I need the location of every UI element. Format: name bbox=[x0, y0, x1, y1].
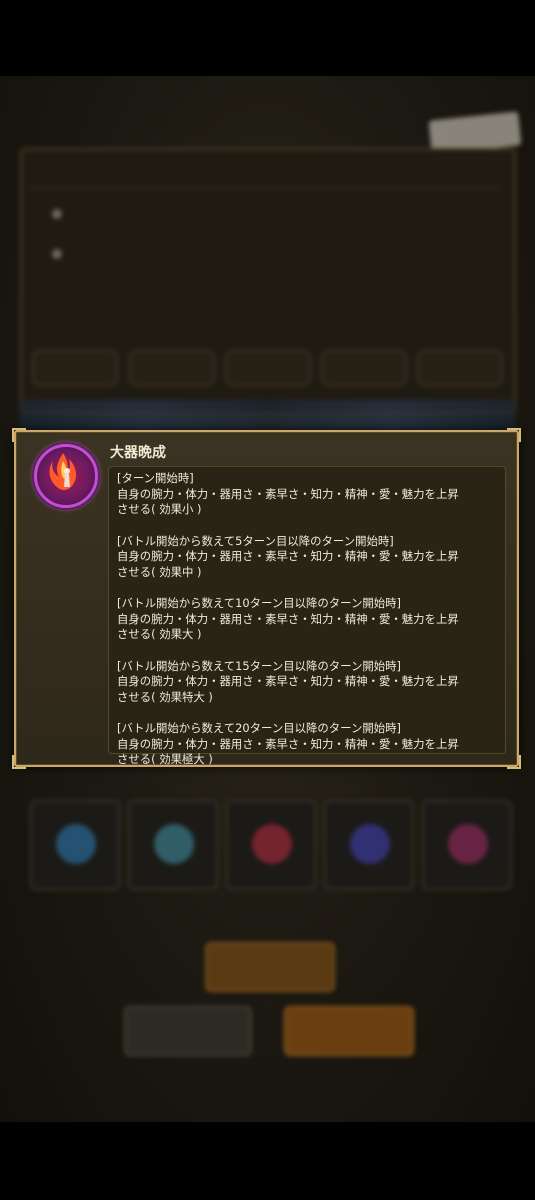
effect-text: させる( 効果大 ) bbox=[117, 627, 202, 641]
effect-entry: [バトル開始から数えて5ターン目以降のターン開始時] 自身の腕力・体力・器用さ・… bbox=[117, 534, 497, 581]
background-tab bbox=[417, 350, 503, 386]
effect-condition: [バトル開始から数えて10ターン目以降のターン開始時] bbox=[117, 596, 401, 610]
background-panel-header bbox=[30, 158, 502, 189]
background-reward-card bbox=[30, 800, 120, 890]
background-reward-card bbox=[128, 800, 218, 890]
effect-text: 自身の腕力・体力・器用さ・素早さ・知力・精神・愛・魅力を上昇 bbox=[117, 674, 459, 688]
background-tab bbox=[321, 350, 407, 386]
effect-text: させる( 効果極大 ) bbox=[117, 752, 213, 766]
effect-condition: [バトル開始から数えて5ターン目以降のターン開始時] bbox=[117, 533, 394, 548]
background-tab bbox=[129, 350, 215, 386]
corner-ornament bbox=[507, 755, 521, 769]
background-skill-row bbox=[52, 204, 172, 224]
effect-condition: [バトル開始から数えて20ターン目以降のターン開始時] bbox=[117, 721, 401, 735]
corner-ornament bbox=[12, 428, 26, 442]
skill-name: 大器晩成 bbox=[110, 445, 166, 461]
effect-entry: [バトル開始から数えて15ターン目以降のターン開始時] 自身の腕力・体力・器用さ… bbox=[117, 659, 497, 706]
effect-text: させる( 効果中 ) bbox=[117, 564, 202, 579]
effect-condition: [ターン開始時] bbox=[117, 471, 194, 485]
effect-text: 自身の腕力・体力・器用さ・素早さ・知力・精神・愛・魅力を上昇 bbox=[117, 486, 459, 501]
flame-figure-icon bbox=[34, 444, 98, 508]
skill-description: [ターン開始時] 自身の腕力・体力・器用さ・素早さ・知力・精神・愛・魅力を上昇 … bbox=[108, 466, 506, 766]
effect-text: 自身の腕力・体力・器用さ・素早さ・知力・精神・愛・魅力を上昇 bbox=[117, 549, 459, 563]
background-button bbox=[284, 1006, 414, 1056]
effect-text: 自身の腕力・体力・器用さ・素早さ・知力・精神・愛・魅力を上昇 bbox=[117, 736, 459, 751]
effect-entry: [バトル開始から数えて10ターン目以降のターン開始時] 自身の腕力・体力・器用さ… bbox=[117, 596, 497, 643]
background-reward-card bbox=[324, 800, 414, 890]
background-reward-card bbox=[226, 800, 316, 890]
background-button bbox=[205, 942, 335, 992]
effect-text: させる( 効果特大 ) bbox=[117, 689, 213, 704]
effect-condition: [バトル開始から数えて15ターン目以降のターン開始時] bbox=[117, 658, 401, 673]
background-button bbox=[124, 1006, 252, 1056]
effect-text: 自身の腕力・体力・器用さ・素早さ・知力・精神・愛・魅力を上昇 bbox=[117, 611, 459, 626]
skill-detail-popup[interactable]: 大器晩成 [ターン開始時] 自身の腕力・体力・器用さ・素早さ・知力・精神・愛・魅… bbox=[12, 428, 521, 769]
effect-entry: [ターン開始時] 自身の腕力・体力・器用さ・素早さ・知力・精神・愛・魅力を上昇 … bbox=[117, 471, 497, 518]
background-tab bbox=[225, 350, 311, 386]
corner-ornament bbox=[12, 755, 26, 769]
effect-entry: [バトル開始から数えて20ターン目以降のターン開始時] 自身の腕力・体力・器用さ… bbox=[117, 721, 497, 768]
background-reward-card bbox=[422, 800, 512, 890]
background-tab bbox=[32, 350, 118, 386]
background-skill-row bbox=[52, 244, 282, 264]
corner-ornament bbox=[507, 428, 521, 442]
effect-text: させる( 効果小 ) bbox=[117, 502, 202, 516]
